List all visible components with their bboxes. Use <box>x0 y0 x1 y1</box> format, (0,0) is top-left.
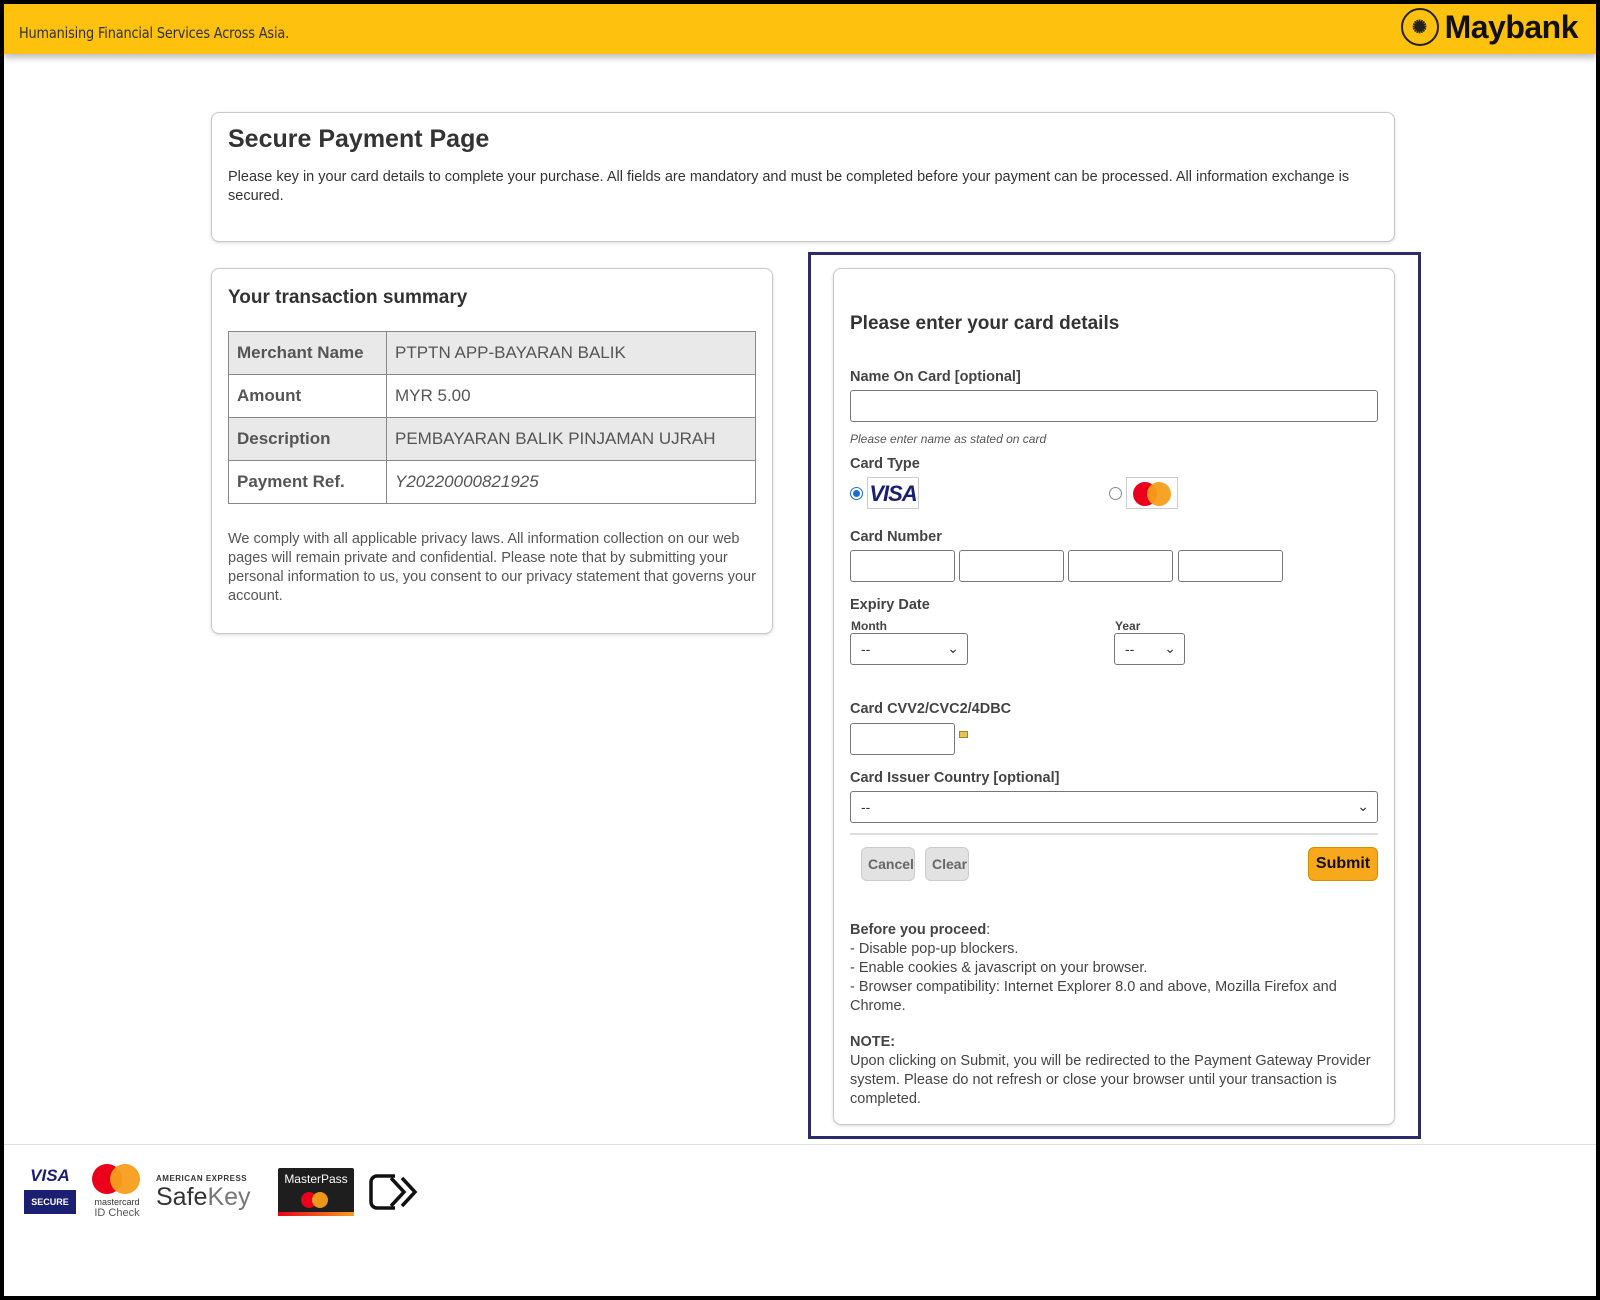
safekey-key: Key <box>207 1183 251 1211</box>
before-item: - Enable cookies & javascript on your br… <box>850 960 1148 976</box>
payment-ref-label: Payment Ref. <box>228 460 387 504</box>
transaction-summary-panel: Your transaction summary Merchant Name P… <box>211 268 773 634</box>
mastercard-orange-circle <box>312 1192 328 1208</box>
summary-table: Merchant Name PTPTN APP-BAYARAN BALIK Am… <box>228 331 756 504</box>
visa-logo: VISA <box>867 477 919 509</box>
name-on-card-hint: Please enter name as stated on card <box>850 432 1047 446</box>
name-on-card-label: Name On Card [optional] <box>850 369 1021 385</box>
card-number-input-2[interactable] <box>959 550 1064 582</box>
amex-top-text: AMERICAN EXPRESS <box>156 1174 248 1183</box>
amex-safekey-logo: AMERICAN EXPRESS SafeKey <box>156 1174 266 1214</box>
month-select-value: -- <box>861 641 871 657</box>
page: Humanising Financial Services Across Asi… <box>4 4 1596 1296</box>
year-select[interactable]: -- ⌄ <box>1114 633 1185 665</box>
intro-panel: Secure Payment Page Please key in your c… <box>211 112 1395 242</box>
before-item: - Disable pop-up blockers. <box>850 941 1019 957</box>
cvv-help-icon[interactable] <box>959 731 968 738</box>
visa-secure-bottom: SECURE <box>24 1190 76 1214</box>
country-select-value: -- <box>861 799 871 815</box>
click-to-pay-icon <box>369 1174 418 1210</box>
merchant-name-label: Merchant Name <box>228 331 387 375</box>
mastercard-brand-text: mastercard <box>94 1197 140 1207</box>
privacy-text: We comply with all applicable privacy la… <box>228 531 756 604</box>
card-issuer-country-select[interactable]: -- ⌄ <box>850 791 1378 823</box>
chevron-down-icon: ⌄ <box>1357 798 1369 814</box>
month-select[interactable]: -- ⌄ <box>850 633 968 665</box>
before-item: - Browser compatibility: Internet Explor… <box>850 979 1337 1014</box>
mastercard-orange-circle <box>110 1164 140 1194</box>
table-row: Description PEMBAYARAN BALIK PINJAMAN UJ… <box>228 417 756 461</box>
year-select-value: -- <box>1125 641 1135 657</box>
maybank-logo: ✺ Maybank <box>1400 8 1579 46</box>
visa-secure-logo: VISA SECURE <box>24 1164 76 1214</box>
summary-title: Your transaction summary <box>228 287 468 308</box>
amount-value: MYR 5.00 <box>386 374 756 418</box>
payment-ref-value: Y20220000821925 <box>386 460 756 504</box>
table-row: Amount MYR 5.00 <box>228 374 756 418</box>
submit-button[interactable]: Submit <box>1308 847 1378 881</box>
header-bar: Humanising Financial Services Across Asi… <box>4 4 1596 54</box>
visa-secure-top: VISA <box>30 1166 70 1185</box>
description-label: Description <box>228 417 387 461</box>
masterpass-stripe <box>278 1212 354 1216</box>
card-number-input-3[interactable] <box>1068 550 1173 582</box>
card-number-label: Card Number <box>850 529 942 545</box>
cvv-label: Card CVV2/CVC2/4DBC <box>850 701 1012 717</box>
card-details-panel: Please enter your card details Name On C… <box>833 268 1395 1125</box>
table-row: Payment Ref. Y20220000821925 <box>228 460 756 504</box>
note-text: Upon clicking on Submit, you will be red… <box>850 1053 1371 1107</box>
chevron-down-icon: ⌄ <box>947 640 959 656</box>
name-on-card-input[interactable] <box>850 390 1378 422</box>
masterpass-text: MasterPass <box>284 1172 348 1186</box>
masterpass-logo: MasterPass <box>278 1168 354 1216</box>
expiry-date-label: Expiry Date <box>850 597 930 613</box>
safekey-safe: Safe <box>156 1183 208 1211</box>
month-label: Month <box>851 619 887 633</box>
form-divider <box>850 833 1378 835</box>
card-type-label: Card Type <box>850 456 920 472</box>
mastercard-radio[interactable] <box>1109 487 1122 500</box>
before-proceed-title: Before you proceed <box>850 922 987 938</box>
card-number-input-4[interactable] <box>1178 550 1283 582</box>
intro-text: Please key in your card details to compl… <box>228 169 1350 204</box>
card-issuer-country-label: Card Issuer Country [optional] <box>850 770 1060 786</box>
footer-divider <box>4 1144 1596 1145</box>
description-value: PEMBAYARAN BALIK PINJAMAN UJRAH <box>386 417 756 461</box>
note-title: NOTE: <box>850 1034 896 1050</box>
tiger-icon: ✺ <box>1400 8 1439 46</box>
mastercard-logo <box>1126 477 1178 509</box>
proceed-notes: Before you proceed: - Disable pop-up blo… <box>850 921 1378 1109</box>
id-check-text: ID Check <box>94 1207 140 1219</box>
brand-name: Maybank <box>1444 8 1579 45</box>
mastercard-id-check-logo: mastercard ID Check <box>88 1164 146 1219</box>
header-tagline: Humanising Financial Services Across Asi… <box>19 24 290 42</box>
clear-button[interactable]: Clear <box>925 847 969 881</box>
cvv-input[interactable] <box>850 723 955 755</box>
card-number-input-1[interactable] <box>850 550 955 582</box>
chevron-down-icon: ⌄ <box>1164 640 1176 656</box>
merchant-name-value: PTPTN APP-BAYARAN BALIK <box>386 331 756 375</box>
table-row: Merchant Name PTPTN APP-BAYARAN BALIK <box>228 331 756 375</box>
visa-radio[interactable] <box>850 487 863 500</box>
year-label: Year <box>1115 619 1141 633</box>
card-form-title: Please enter your card details <box>850 313 1120 334</box>
page-title: Secure Payment Page <box>228 125 490 153</box>
amount-label: Amount <box>228 374 387 418</box>
cancel-button[interactable]: Cancel <box>861 847 915 881</box>
mastercard-orange-circle <box>1147 482 1171 506</box>
